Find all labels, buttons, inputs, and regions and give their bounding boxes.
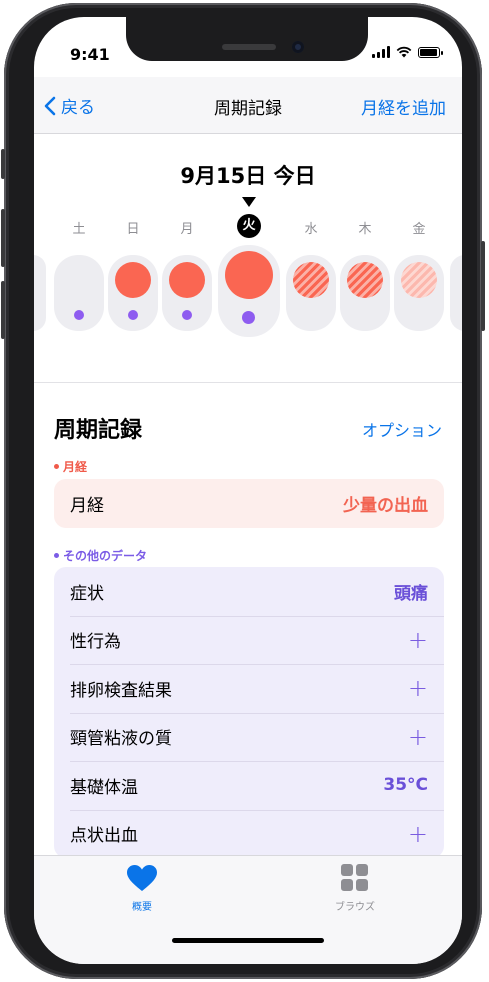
speaker-grille <box>222 44 276 50</box>
day-pill[interactable] <box>394 255 444 331</box>
heart-icon <box>127 865 157 891</box>
predicted-period-circle <box>293 262 329 298</box>
weekday-label: 土 <box>72 222 86 237</box>
add-icon[interactable]: + <box>408 725 428 749</box>
tab-browse[interactable]: ブラウズ <box>315 864 395 913</box>
row-value: 35°C <box>383 775 428 796</box>
bullet-icon <box>54 553 59 558</box>
section-divider <box>34 382 462 383</box>
period-flow-circle <box>115 262 151 298</box>
period-card: 月経 少量の出血 <box>54 479 444 528</box>
battery-icon <box>418 46 443 58</box>
add-period-button[interactable]: 月経を追加 <box>361 94 446 119</box>
options-button[interactable]: オプション <box>362 417 442 441</box>
screen: 9:41 戻る 周期記録 月経を追加 9月15日 今日 土 日 月 火 水 木 … <box>34 17 462 964</box>
row-value: 頭痛 <box>394 583 428 604</box>
front-camera <box>292 41 304 53</box>
tab-summary[interactable]: 概要 <box>102 864 182 913</box>
data-logged-dot <box>128 310 138 320</box>
volume-up-button <box>1 209 5 267</box>
tab-bar: 概要 ブラウズ <box>34 855 462 964</box>
day-pill-today[interactable] <box>218 245 280 337</box>
cellular-signal-icon <box>372 46 390 58</box>
today-marker-icon <box>242 197 256 207</box>
weekday-label: 水 <box>304 222 318 237</box>
row-label: 性行為 <box>70 632 121 653</box>
period-flow-circle <box>225 251 273 299</box>
other-data-group-label: その他のデータ <box>54 547 147 564</box>
day-pill[interactable] <box>54 255 104 331</box>
status-icons <box>372 46 443 58</box>
other-data-card: 症状 頭痛 性行為 + 排卵検査結果 + 頸管粘液の質 + 基礎体温 35°C … <box>54 567 444 858</box>
basal-body-temperature-row[interactable]: 基礎体温 35°C <box>54 761 444 810</box>
period-row[interactable]: 月経 少量の出血 <box>54 479 444 528</box>
weekday-label: 日 <box>126 222 140 237</box>
weekday-label: 木 <box>358 222 372 237</box>
row-value: 少量の出血 <box>343 495 428 516</box>
predicted-period-circle <box>347 262 383 298</box>
side-button <box>481 241 485 331</box>
mute-switch <box>1 149 5 179</box>
day-pill[interactable] <box>340 255 390 331</box>
predicted-period-circle <box>401 262 437 298</box>
volume-down-button <box>1 281 5 339</box>
period-flow-circle <box>169 262 205 298</box>
bullet-icon <box>54 464 59 469</box>
data-logged-dot <box>182 310 192 320</box>
row-label: 症状 <box>70 583 104 604</box>
symptoms-row[interactable]: 症状 頭痛 <box>54 567 444 616</box>
row-label: 点状出血 <box>70 826 138 847</box>
other-data-group-label-text: その他のデータ <box>63 549 148 563</box>
day-pill-previous[interactable] <box>34 255 46 331</box>
row-label: 基礎体温 <box>70 777 138 798</box>
notch <box>126 17 368 61</box>
period-group-label-text: 月経 <box>63 460 88 474</box>
day-pill-next[interactable] <box>450 255 462 331</box>
spotting-row[interactable]: 点状出血 + <box>54 809 444 859</box>
row-label: 排卵検査結果 <box>70 680 172 701</box>
ovulation-test-row[interactable]: 排卵検査結果 + <box>54 664 444 713</box>
add-icon[interactable]: + <box>408 628 428 652</box>
day-pill[interactable] <box>286 255 336 331</box>
cervical-mucus-row[interactable]: 頸管粘液の質 + <box>54 712 444 762</box>
row-label: 月経 <box>70 495 104 516</box>
sexual-activity-row[interactable]: 性行為 + <box>54 615 444 665</box>
tab-label: 概要 <box>132 902 152 913</box>
cycle-log-title: 周期記録 <box>54 418 143 443</box>
wifi-icon <box>396 46 412 58</box>
weekday-label: 金 <box>412 222 426 237</box>
day-pill[interactable] <box>108 255 158 331</box>
period-group-label: 月経 <box>54 458 87 475</box>
row-label: 頸管粘液の質 <box>70 729 172 750</box>
grid-icon <box>341 864 368 891</box>
home-indicator[interactable] <box>172 938 324 943</box>
phone-frame: 9:41 戻る 周期記録 月経を追加 9月15日 今日 土 日 月 火 水 木 … <box>1 3 485 979</box>
add-icon[interactable]: + <box>408 676 428 700</box>
tab-label: ブラウズ <box>335 902 375 913</box>
navigation-bar: 戻る 周期記録 月経を追加 <box>34 77 462 134</box>
data-logged-dot <box>242 311 255 324</box>
add-icon[interactable]: + <box>408 822 428 846</box>
data-logged-dot <box>74 310 84 320</box>
weekday-label: 月 <box>180 222 194 237</box>
day-pill[interactable] <box>162 255 212 331</box>
today-weekday-label: 火 <box>237 214 261 238</box>
status-time: 9:41 <box>70 45 110 64</box>
selected-date-heading: 9月15日 今日 <box>180 164 316 188</box>
